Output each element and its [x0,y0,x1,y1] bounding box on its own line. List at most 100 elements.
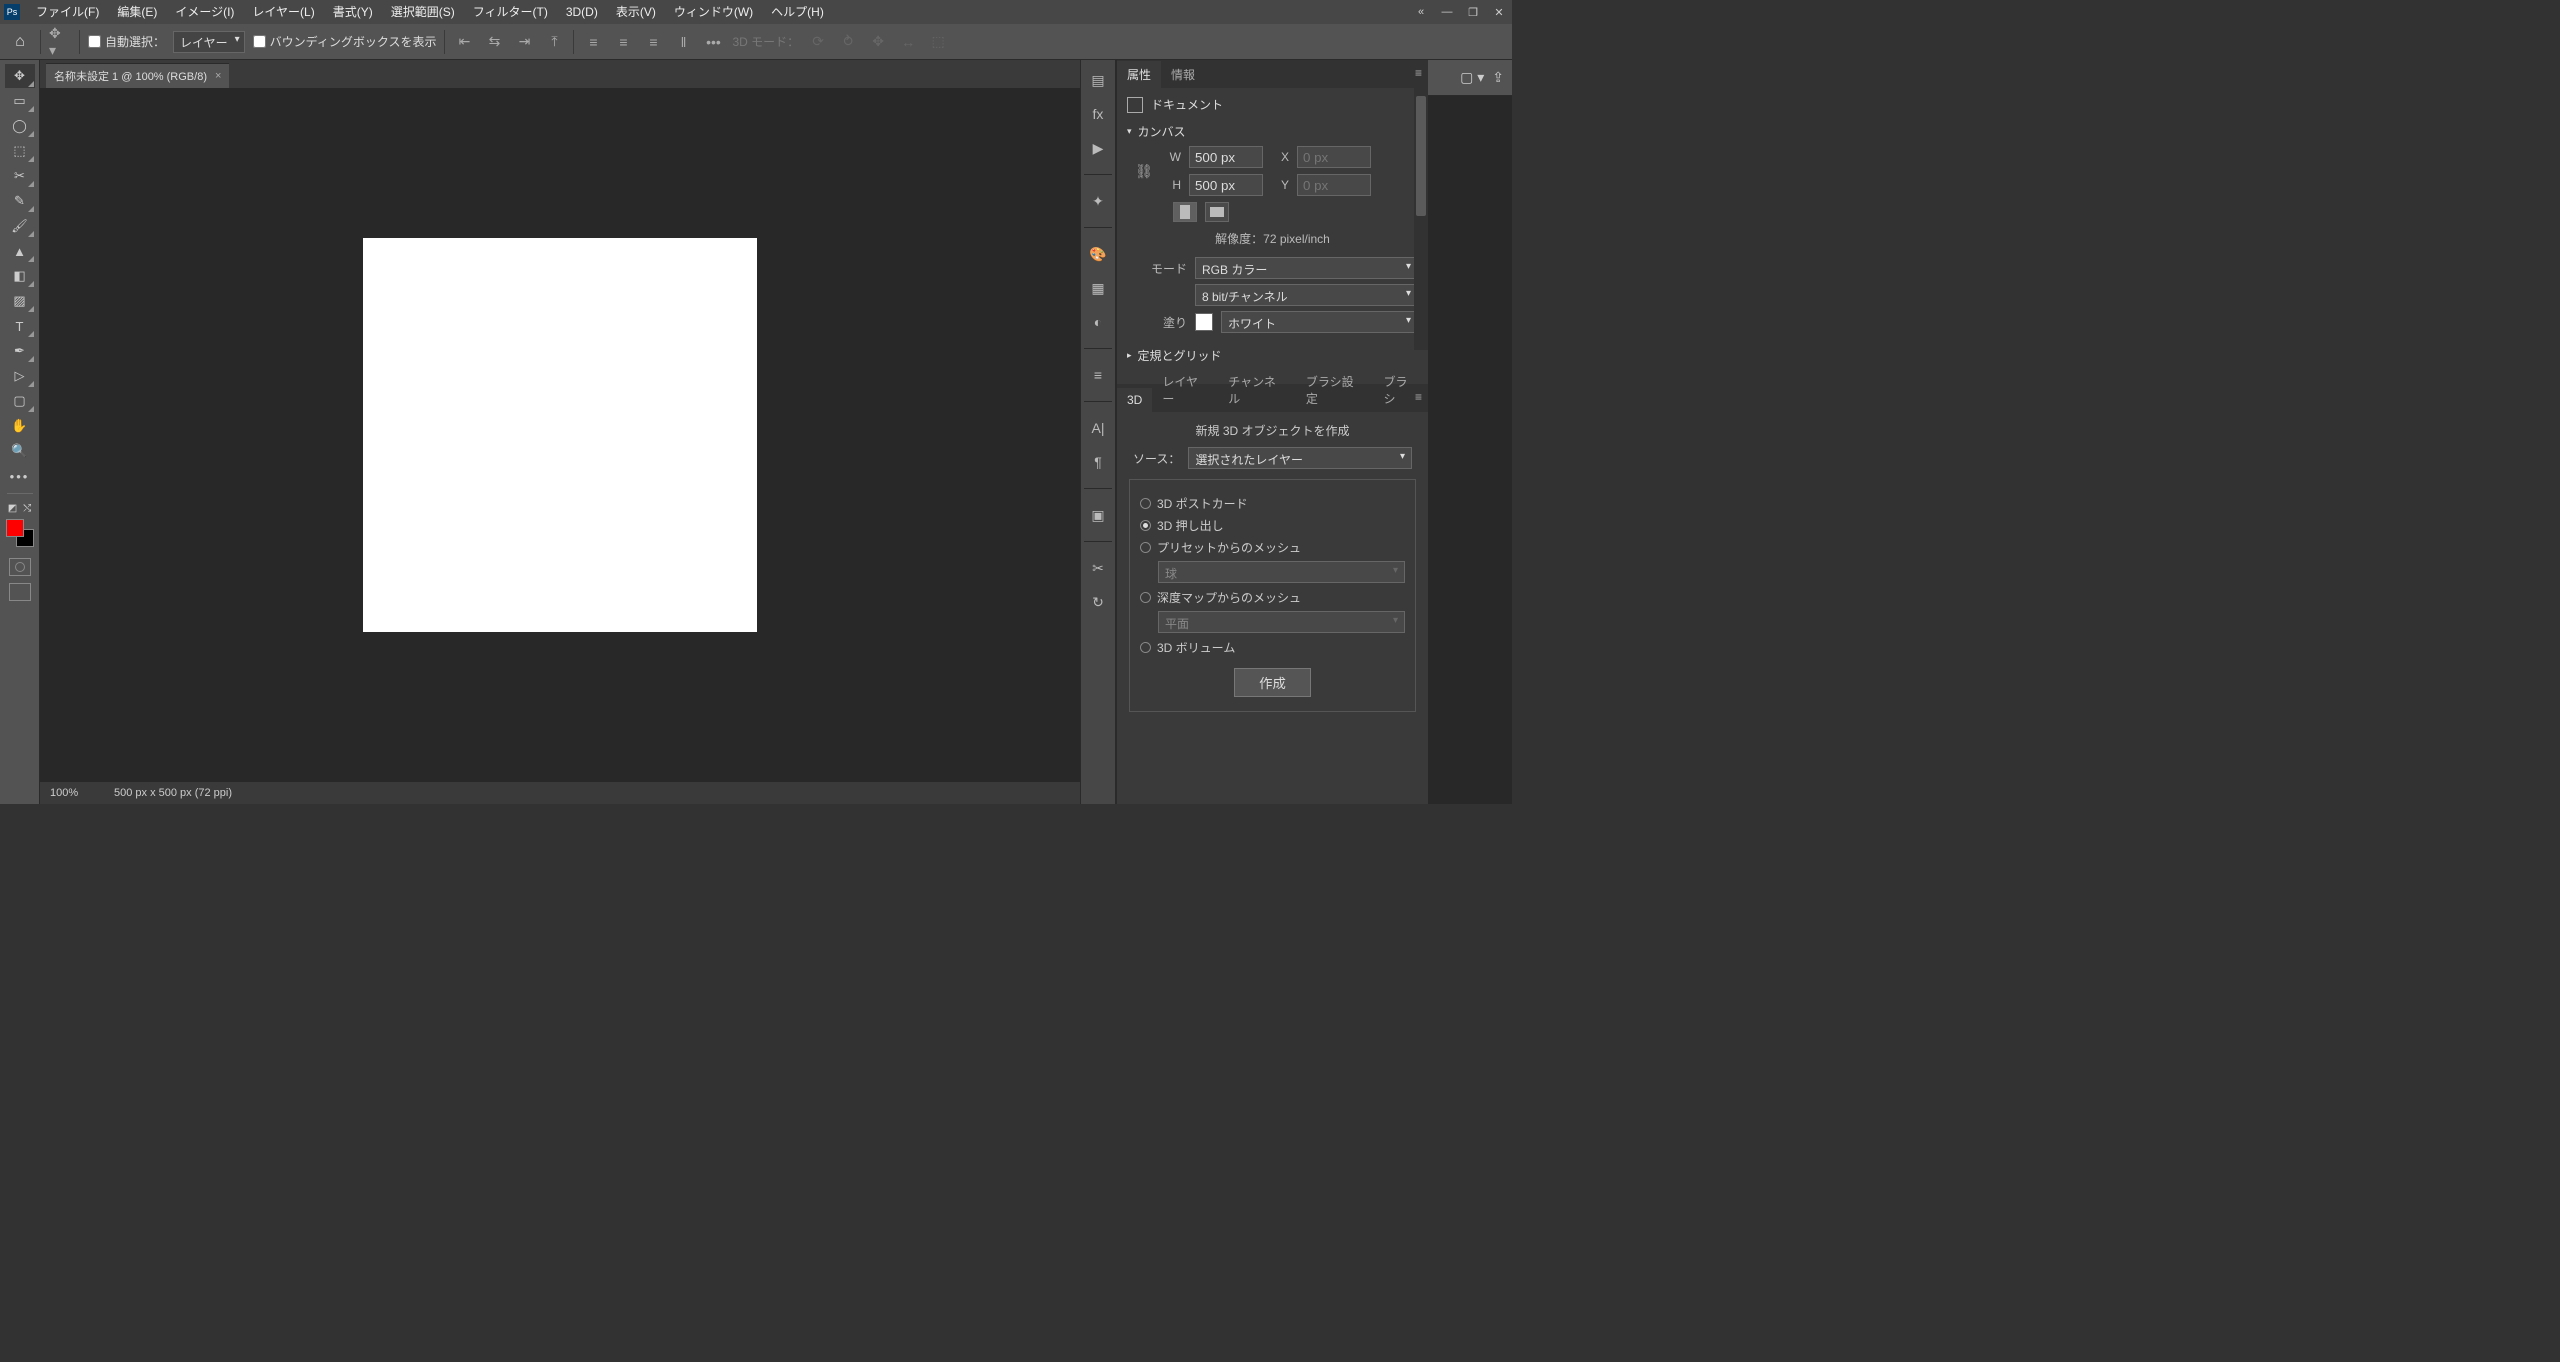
align-right-icon[interactable]: ⇥ [513,31,535,53]
close-tab-icon[interactable]: × [215,70,221,82]
character-panel-icon[interactable]: A| [1086,416,1110,440]
radio-depth-map[interactable]: 深度マップからのメッシュ [1140,589,1405,606]
bit-depth-select[interactable]: 8 bit/チャンネル [1195,284,1418,306]
panel-menu-icon[interactable]: ≡ [1415,66,1422,80]
radio-extrude[interactable]: 3D 押し出し [1140,517,1405,534]
menu-type[interactable]: 書式(Y) [325,0,381,24]
tab-3d[interactable]: 3D [1117,388,1152,412]
landscape-button[interactable] [1205,202,1229,222]
radio-volume[interactable]: 3D ボリューム [1140,639,1405,656]
minimize-icon[interactable]: — [1434,0,1460,24]
rulers-section[interactable]: 定規とグリッド [1127,347,1418,364]
menu-help[interactable]: ヘルプ(H) [763,0,832,24]
foreground-color[interactable] [6,519,24,537]
tab-info[interactable]: 情報 [1161,61,1205,88]
menu-file[interactable]: ファイル(F) [28,0,107,24]
depth-map-select[interactable]: 平面 [1158,611,1405,633]
default-colors-icon[interactable]: ◩ [8,503,17,514]
shape-tool[interactable]: ▢ [5,389,35,413]
adjustments-panel-icon[interactable]: ◐ [1086,310,1110,334]
panel-menu-icon[interactable]: ≡ [1415,390,1422,404]
color-swatches[interactable] [6,519,34,547]
history-panel-icon[interactable]: ▤ [1086,68,1110,92]
auto-select-checkbox[interactable]: 自動選択： [88,33,165,50]
screen-mode-icon[interactable] [9,583,31,601]
marquee-tool[interactable]: ▭ [5,89,35,113]
gradient-tool[interactable]: ▨ [5,289,35,313]
actions-panel-icon[interactable]: fx [1086,102,1110,126]
pen-tool[interactable]: ✒ [5,339,35,363]
scroll-thumb[interactable] [1416,96,1426,216]
brush-tool[interactable]: 🖌 [5,214,35,238]
menu-layer[interactable]: レイヤー(L) [244,0,322,24]
color-mode-select[interactable]: RGB カラー [1195,257,1418,279]
height-input[interactable] [1189,174,1263,196]
fill-select[interactable]: ホワイト [1221,311,1418,333]
swap-colors-icon[interactable]: ⤭ [23,503,31,514]
canvas-viewport[interactable] [40,88,1080,782]
close-icon[interactable]: ✕ [1486,0,1512,24]
distribute-h-icon[interactable]: ‖ [672,31,694,53]
expand-icon[interactable]: « [1408,0,1434,24]
tab-properties[interactable]: 属性 [1117,61,1161,88]
canvas-section[interactable]: カンバス [1127,123,1418,140]
color-panel-icon[interactable]: 🎨 [1086,242,1110,266]
menu-3d[interactable]: 3D(D) [558,0,606,24]
menu-edit[interactable]: 編集(E) [109,0,165,24]
maximize-icon[interactable]: ❐ [1460,0,1486,24]
align-top-icon[interactable]: ⤒ [543,31,565,53]
eraser-tool[interactable]: ◧ [5,264,35,288]
create-button[interactable]: 作成 [1234,668,1311,697]
menu-image[interactable]: イメージ(I) [167,0,242,24]
tab-layers[interactable]: レイヤー [1152,368,1218,412]
lasso-tool[interactable]: ◯ [5,114,35,138]
tab-channels[interactable]: チャンネル [1218,368,1296,412]
menu-window[interactable]: ウィンドウ(W) [666,0,761,24]
type-tool[interactable]: T [5,314,35,338]
presets-panel-icon[interactable]: ↻ [1086,590,1110,614]
move-tool[interactable]: ✥ [5,64,35,88]
menu-filter[interactable]: フィルター(T) [465,0,556,24]
crop-tool[interactable]: ✂ [5,164,35,188]
panel-scrollbar[interactable] [1414,88,1428,350]
frame-icon[interactable]: ▢ ▾ [1460,69,1484,86]
distribute-top-icon[interactable]: ≡ [582,31,604,53]
auto-select-target[interactable]: レイヤー [173,31,245,53]
distribute-vcenter-icon[interactable]: ≡ [612,31,634,53]
align-hcenter-icon[interactable]: ⇆ [483,31,505,53]
paragraph-panel-icon[interactable]: ¶ [1086,450,1110,474]
zoom-tool[interactable]: 🔍 [5,439,35,463]
show-bbox-checkbox[interactable]: バウンディングボックスを表示 [253,33,437,50]
quick-select-tool[interactable]: ⬚ [5,139,35,163]
more-options-icon[interactable]: ••• [702,31,724,53]
tab-brush-settings[interactable]: ブラシ設定 [1296,368,1374,412]
radio-preset-mesh[interactable]: プリセットからのメッシュ [1140,539,1405,556]
align-left-icon[interactable]: ⇤ [453,31,475,53]
move-tool-icon[interactable]: ✥ ▾ [49,31,71,53]
path-select-tool[interactable]: ▷ [5,364,35,388]
play-icon[interactable]: ▶ [1086,136,1110,160]
source-select[interactable]: 選択されたレイヤー [1188,447,1412,469]
quick-mask-icon[interactable] [9,558,31,576]
show-bbox-input[interactable] [253,35,266,48]
auto-select-input[interactable] [88,35,101,48]
x-input[interactable] [1297,146,1371,168]
styles-panel-icon[interactable]: ≡ [1086,363,1110,387]
radio-postcard[interactable]: 3D ポストカード [1140,495,1405,512]
portrait-button[interactable] [1173,202,1197,222]
stamp-tool[interactable]: ▲ [5,239,35,263]
edit-toolbar[interactable]: ••• [5,464,35,488]
zoom-level[interactable]: 100% [50,787,98,799]
menu-select[interactable]: 選択範囲(S) [383,0,463,24]
navigator-panel-icon[interactable]: ✦ [1086,189,1110,213]
distribute-bottom-icon[interactable]: ≡ [642,31,664,53]
menu-view[interactable]: 表示(V) [608,0,664,24]
width-input[interactable] [1189,146,1263,168]
y-input[interactable] [1297,174,1371,196]
link-dimensions-icon[interactable]: ⛓ [1133,163,1155,180]
hand-tool[interactable]: ✋ [5,414,35,438]
swatches-panel-icon[interactable]: ▦ [1086,276,1110,300]
tools-panel-icon[interactable]: ✂ [1086,556,1110,580]
home-icon[interactable]: ⌂ [8,30,32,54]
share-icon[interactable]: ⇪ [1492,69,1504,86]
